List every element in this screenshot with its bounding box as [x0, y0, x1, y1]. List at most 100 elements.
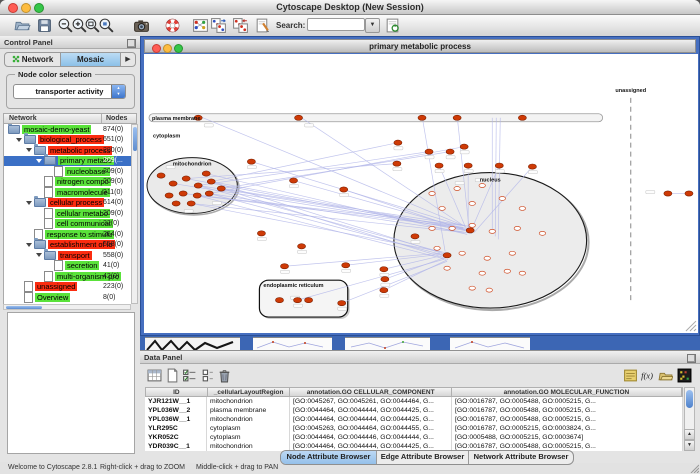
- attribute-grid-icon[interactable]: [147, 368, 162, 383]
- background-window-fragment[interactable]: [145, 337, 240, 350]
- graph-node-outline[interactable]: [429, 226, 435, 230]
- graph-node[interactable]: [453, 115, 461, 120]
- graph-node[interactable]: [169, 181, 177, 186]
- graph-node[interactable]: [179, 191, 187, 196]
- graph-node-outline[interactable]: [469, 201, 475, 205]
- scrollbar-thumb[interactable]: [133, 127, 137, 151]
- tree-row[interactable]: establishment of lo558(0): [4, 240, 132, 251]
- disclosure-triangle-icon[interactable]: [26, 201, 32, 205]
- tab-edge-attribute-browser[interactable]: Edge Attribute Browser: [377, 451, 469, 464]
- tab-network[interactable]: Network: [5, 53, 61, 66]
- disclosure-triangle-icon[interactable]: [16, 138, 22, 142]
- tree-row[interactable]: nitrogen compo209(0): [4, 177, 132, 188]
- disclosure-triangle-icon[interactable]: [36, 253, 42, 257]
- tree-row[interactable]: macromolecule311(0): [4, 187, 132, 198]
- graph-node[interactable]: [257, 231, 265, 236]
- float-panel-icon[interactable]: [127, 39, 136, 48]
- tree-row[interactable]: cellular metabo209(0): [4, 208, 132, 219]
- graph-node[interactable]: [460, 144, 468, 149]
- background-window-fragment[interactable]: [345, 337, 430, 350]
- tab-overflow-arrow[interactable]: ▶: [121, 53, 135, 66]
- attribute-matrix-icon[interactable]: [677, 368, 692, 383]
- tab-network-attribute-browser[interactable]: Network Attribute Browser: [469, 451, 573, 464]
- select-attributes-icon[interactable]: [182, 368, 197, 383]
- graph-node-outline[interactable]: [469, 286, 475, 290]
- destroy-view-icon[interactable]: [232, 17, 249, 34]
- graph-node-outline[interactable]: [489, 229, 495, 233]
- background-window-fragment[interactable]: [253, 337, 332, 350]
- annotation-icon[interactable]: [254, 17, 271, 34]
- graph-node[interactable]: [247, 159, 255, 164]
- tree-row[interactable]: secretion41(0): [4, 261, 132, 272]
- background-window-edge[interactable]: [240, 337, 253, 350]
- tree-row[interactable]: biological_process651(0): [4, 135, 132, 146]
- graph-node[interactable]: [305, 298, 313, 303]
- search-config-icon[interactable]: [384, 17, 401, 34]
- tab-mosaic[interactable]: Mosaic: [61, 53, 121, 66]
- graph-node[interactable]: [194, 183, 202, 188]
- background-window-edge[interactable]: [437, 337, 450, 350]
- tab-node-attribute-browser[interactable]: Node Attribute Browser: [281, 451, 377, 464]
- table-header-cell[interactable]: ID: [146, 388, 208, 396]
- graph-node[interactable]: [295, 115, 303, 120]
- zoom-selected-icon[interactable]: [98, 17, 115, 34]
- network-window-titlebar[interactable]: primary metabolic process: [144, 39, 696, 53]
- graph-node[interactable]: [207, 179, 215, 184]
- graph-node-outline[interactable]: [434, 246, 440, 250]
- graph-node[interactable]: [411, 234, 419, 239]
- graph-node-outline[interactable]: [479, 184, 485, 188]
- graph-node[interactable]: [187, 201, 195, 206]
- graph-node-outline[interactable]: [514, 226, 520, 230]
- graph-node-outline[interactable]: [519, 271, 525, 275]
- tree-row[interactable]: transport558(0): [4, 250, 132, 261]
- scroll-up-button[interactable]: ▲: [684, 429, 695, 440]
- label-pad-icon[interactable]: [623, 368, 638, 383]
- network-view-window[interactable]: primary metabolic process plasma membran…: [140, 36, 700, 336]
- save-icon[interactable]: [36, 17, 53, 34]
- graph-node-outline[interactable]: [519, 206, 525, 210]
- graph-node[interactable]: [280, 264, 288, 269]
- graph-node[interactable]: [217, 186, 225, 191]
- graph-node-outline[interactable]: [539, 231, 545, 235]
- search-dropdown-button[interactable]: ▼: [365, 18, 380, 33]
- tree-vertical-scrollbar[interactable]: [131, 124, 138, 304]
- graph-node[interactable]: [205, 191, 213, 196]
- table-row[interactable]: YPL036W__2plasma membrane[GO:0044464, GO…: [145, 406, 683, 415]
- tree-col-nodes[interactable]: Nodes: [106, 115, 127, 122]
- scrollbar-thumb[interactable]: [686, 390, 693, 408]
- graph-node[interactable]: [338, 301, 346, 306]
- graph-node-outline[interactable]: [459, 251, 465, 255]
- graph-node-outline[interactable]: [484, 256, 490, 260]
- graph-node[interactable]: [418, 115, 426, 120]
- graph-node[interactable]: [298, 244, 306, 249]
- tree-row[interactable]: metabolic process280(0): [4, 145, 132, 156]
- graph-node[interactable]: [202, 171, 210, 176]
- window-titlebar[interactable]: Cytoscape Desktop (New Session): [0, 0, 700, 15]
- background-window-edge[interactable]: [332, 337, 345, 350]
- scroll-down-button[interactable]: ▼: [684, 440, 695, 451]
- graph-node[interactable]: [528, 164, 536, 169]
- tree-header[interactable]: Network Nodes: [3, 113, 137, 124]
- table-row[interactable]: YJR121W__1mitochondrion[GO:0045267, GO:0…: [145, 397, 683, 406]
- tree-row[interactable]: unassigned223(0): [4, 282, 132, 293]
- function-builder-icon[interactable]: f(x): [640, 368, 655, 383]
- graph-node-outline[interactable]: [504, 269, 510, 273]
- graph-node[interactable]: [446, 149, 454, 154]
- create-attribute-icon[interactable]: [165, 368, 180, 383]
- help-icon[interactable]: [164, 17, 181, 34]
- graph-node-outline[interactable]: [449, 226, 455, 230]
- graph-node[interactable]: [294, 298, 302, 303]
- node-color-dropdown[interactable]: transporter activity ▲▼: [13, 84, 126, 99]
- tree-row[interactable]: primary metabo209(...: [4, 156, 132, 167]
- tree-row[interactable]: response to stimulu264(0): [4, 229, 132, 240]
- graph-node[interactable]: [290, 178, 298, 183]
- graph-node[interactable]: [172, 201, 180, 206]
- graph-node[interactable]: [464, 163, 472, 168]
- float-panel-icon[interactable]: [687, 354, 696, 363]
- graph-node[interactable]: [380, 267, 388, 272]
- delete-attribute-icon[interactable]: [217, 368, 232, 383]
- tree-col-network[interactable]: Network: [9, 115, 37, 122]
- disclosure-triangle-icon[interactable]: [26, 243, 32, 247]
- tree-row[interactable]: cell communicat22(0): [4, 219, 132, 230]
- graph-node-outline[interactable]: [499, 196, 505, 200]
